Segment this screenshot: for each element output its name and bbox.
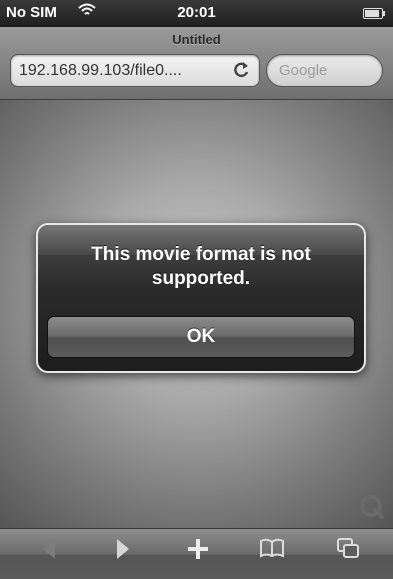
- browser-chrome: Untitled 192.168.99.103/file0.... Google: [0, 27, 393, 100]
- add-bookmark-icon[interactable]: [178, 537, 218, 571]
- alert-message: This movie format is not supported.: [91, 244, 311, 289]
- ok-button[interactable]: OK: [47, 316, 355, 358]
- url-text: 192.168.99.103/file0....: [19, 62, 182, 79]
- clock: 20:01: [177, 4, 216, 21]
- search-placeholder: Google: [279, 62, 328, 79]
- back-icon[interactable]: [29, 537, 69, 571]
- alert-dialog: This movie format is not supported. OK: [36, 223, 366, 373]
- search-input[interactable]: Google: [266, 54, 383, 87]
- reload-icon[interactable]: [231, 60, 251, 80]
- browser-toolbar: [0, 528, 393, 579]
- url-field[interactable]: 192.168.99.103/file0....: [10, 54, 260, 87]
- status-bar: No SIM 20:01: [0, 0, 393, 27]
- quicktime-icon: [359, 494, 385, 520]
- pages-icon[interactable]: [328, 537, 368, 571]
- page-title: Untitled: [172, 32, 221, 47]
- forward-icon[interactable]: [103, 537, 143, 571]
- bookmarks-icon[interactable]: [252, 537, 292, 571]
- battery-icon: [363, 8, 385, 19]
- phone-screen: No SIM 20:01 Untitled 192.168.99.103/fil…: [0, 0, 393, 579]
